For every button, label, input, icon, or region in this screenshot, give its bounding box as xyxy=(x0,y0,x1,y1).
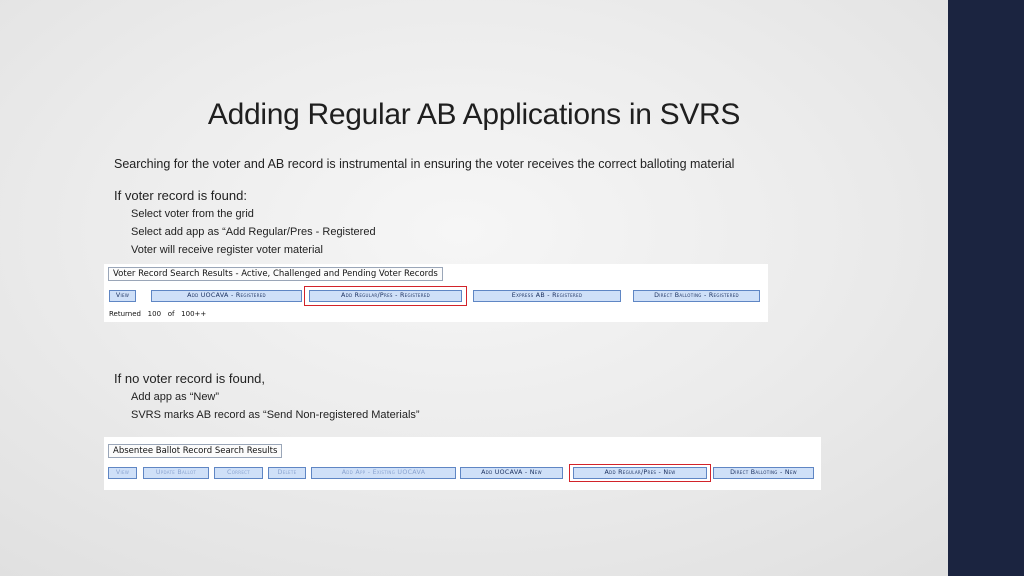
highlight-box xyxy=(304,286,467,306)
right-decorative-band xyxy=(948,0,1024,576)
intro-text: Searching for the voter and AB record is… xyxy=(114,157,735,171)
returned-count-text: Returned 100 of 100++ xyxy=(109,310,206,318)
direct-balloting-registered-button[interactable]: Direct Balloting - Registered xyxy=(633,290,760,302)
add-uocava-registered-button[interactable]: Add UOCAVA - Registered xyxy=(151,290,302,302)
view-button-disabled[interactable]: View xyxy=(108,467,137,479)
direct-balloting-new-button[interactable]: Direct Balloting - New xyxy=(713,467,814,479)
ab-search-results-title: Absentee Ballot Record Search Results xyxy=(108,444,283,458)
express-ab-registered-button[interactable]: Express AB - Registered xyxy=(473,290,621,302)
ab-search-results-panel: Absentee Ballot Record Search Results Vi… xyxy=(104,437,821,490)
update-ballot-button[interactable]: Update Ballot xyxy=(143,467,209,479)
returned-count: 100 xyxy=(147,310,162,318)
found-bullet-2: Select add app as “Add Regular/Pres - Re… xyxy=(131,226,376,238)
of-label: of xyxy=(167,310,175,318)
view-button[interactable]: View xyxy=(109,290,136,302)
found-bullet-1: Select voter from the grid xyxy=(131,208,254,220)
delete-button[interactable]: Delete xyxy=(268,467,306,479)
not-found-bullet-1: Add app as “New” xyxy=(131,391,220,403)
voter-search-results-panel: Voter Record Search Results - Active, Ch… xyxy=(104,264,768,322)
returned-total: 100++ xyxy=(181,310,207,318)
not-found-bullet-2: SVRS marks AB record as “Send Non-regist… xyxy=(131,409,420,421)
correct-button[interactable]: Correct xyxy=(214,467,263,479)
add-app-existing-uocava-button[interactable]: Add App - Existing UOCAVA xyxy=(311,467,456,479)
slide-title: Adding Regular AB Applications in SVRS xyxy=(207,98,741,131)
voter-search-results-title: Voter Record Search Results - Active, Ch… xyxy=(108,267,443,281)
returned-label: Returned xyxy=(109,310,141,318)
not-found-heading: If no voter record is found, xyxy=(114,371,266,386)
found-heading: If voter record is found: xyxy=(114,188,247,203)
highlight-box xyxy=(569,464,711,482)
found-bullet-3: Voter will receive register voter materi… xyxy=(131,244,323,256)
add-uocava-new-button[interactable]: Add UOCAVA - New xyxy=(460,467,563,479)
